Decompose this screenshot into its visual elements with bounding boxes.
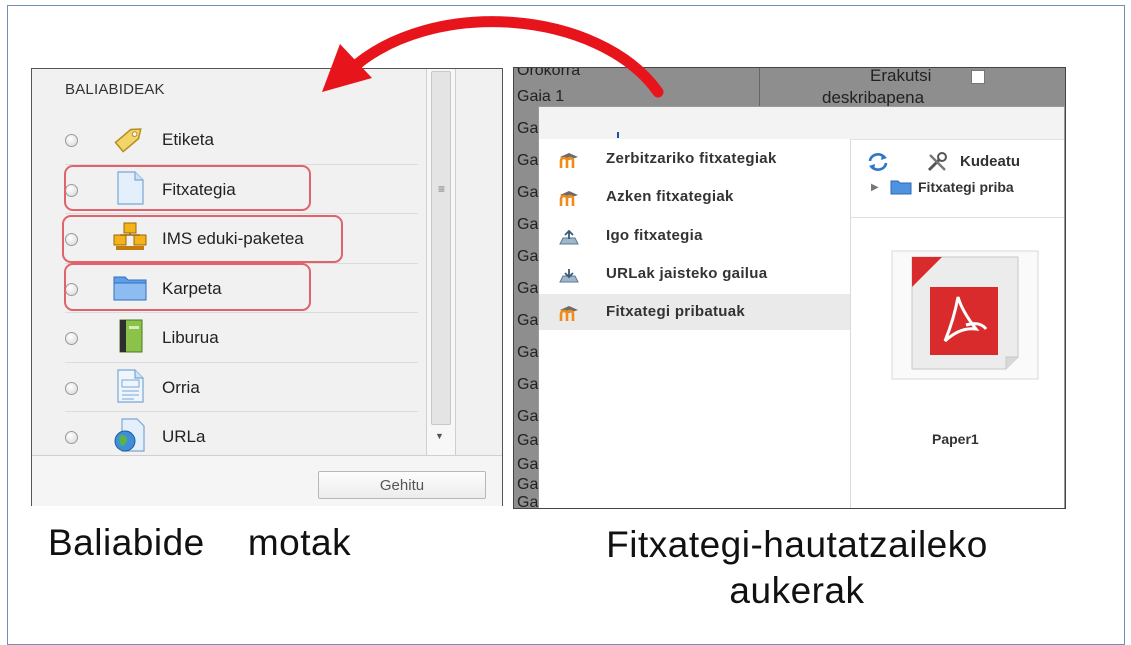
moodle-icon bbox=[559, 306, 578, 321]
curved-arrow-icon bbox=[322, 16, 664, 98]
expand-triangle-icon[interactable]: ▶ bbox=[871, 182, 879, 193]
resource-label: Etiketa bbox=[162, 130, 214, 149]
repo-label: URLak jaisteko gailua bbox=[606, 265, 768, 282]
repo-server-files[interactable]: Zerbitzariko fitxategiak bbox=[539, 141, 850, 177]
course-section-row: Ga bbox=[517, 476, 539, 493]
file-picker-screenshot: Erakutsi deskribapena Orokorra Gaia 1 Ga… bbox=[513, 67, 1066, 509]
manage-button[interactable]: Kudeatu bbox=[960, 153, 1020, 170]
scrollbar-thumb[interactable]: ≡ bbox=[431, 71, 451, 425]
resource-label: Liburua bbox=[162, 328, 219, 347]
course-section-row: Ga bbox=[517, 432, 539, 449]
highlight-outline bbox=[64, 165, 311, 211]
add-button[interactable]: Gehitu bbox=[318, 471, 486, 499]
pdf-file-icon[interactable] bbox=[890, 249, 1040, 381]
resource-item-orria[interactable]: Orria bbox=[32, 363, 428, 412]
repo-url-downloader[interactable]: URLak jaisteko gailua bbox=[539, 256, 850, 292]
file-name[interactable]: Paper1 bbox=[932, 431, 979, 447]
text-cursor bbox=[617, 132, 619, 138]
resource-radio[interactable] bbox=[65, 381, 78, 395]
tag-icon bbox=[114, 128, 142, 153]
show-description-label-2: deskribapena bbox=[822, 88, 925, 107]
course-section-row: Ga bbox=[517, 184, 539, 201]
course-section-row: Ga bbox=[517, 344, 539, 361]
repo-label: Igo fitxategia bbox=[606, 227, 703, 244]
course-section-row: Ga bbox=[517, 280, 539, 297]
book-icon bbox=[119, 319, 143, 353]
resource-type-panel: BALIABIDEAK Etiketa Fitxategia IMS eduki… bbox=[31, 68, 503, 506]
refresh-icon[interactable] bbox=[866, 151, 890, 173]
course-section-row: Ga bbox=[517, 376, 539, 393]
course-section-row: Ga bbox=[517, 216, 539, 233]
repository-list: Zerbitzariko fitxategiak Azken fitxategi… bbox=[539, 139, 851, 508]
course-section-row: Ga bbox=[517, 120, 539, 137]
caption-line: aukerak bbox=[729, 570, 865, 611]
caption-file-picker-options: Fitxategi-hautatzaileko aukerak bbox=[527, 522, 1067, 614]
url-globe-icon bbox=[114, 418, 145, 452]
dialog-header bbox=[539, 107, 1064, 140]
tools-icon[interactable] bbox=[926, 151, 950, 173]
resource-label: Orria bbox=[162, 377, 200, 397]
resource-item-etiketa[interactable]: Etiketa bbox=[32, 115, 428, 165]
course-section-row: Ga bbox=[517, 494, 539, 509]
show-description-checkbox[interactable] bbox=[971, 70, 985, 84]
repo-upload-file[interactable]: Igo fitxategia bbox=[539, 218, 850, 254]
page-icon bbox=[117, 368, 144, 403]
course-section-row: Ga bbox=[517, 408, 539, 425]
course-section-row: Ga bbox=[517, 152, 539, 169]
repo-private-files[interactable]: Fitxategi pribatuak bbox=[539, 294, 850, 330]
course-section-row: Ga bbox=[517, 456, 539, 473]
panel-footer: Gehitu bbox=[32, 455, 502, 506]
file-browser: Kudeatu ▶ Fitxategi priba Paper1 bbox=[850, 139, 1064, 508]
scroll-down-icon[interactable]: ▼ bbox=[435, 431, 444, 441]
scrollbar[interactable]: ≡ ▼ bbox=[426, 69, 456, 455]
moodle-icon bbox=[559, 153, 578, 168]
file-picker-dialog: Zerbitzariko fitxategiak Azken fitxategi… bbox=[538, 106, 1065, 508]
highlight-outline bbox=[62, 215, 343, 263]
grip-icon: ≡ bbox=[438, 182, 446, 196]
moodle-icon bbox=[559, 191, 578, 206]
repo-label: Fitxategi pribatuak bbox=[606, 303, 746, 320]
upload-icon bbox=[559, 229, 579, 245]
show-description-label: Erakutsi bbox=[870, 67, 932, 85]
repo-recent-files[interactable]: Azken fitxategiak bbox=[539, 179, 850, 215]
resource-item-liburua[interactable]: Liburua bbox=[32, 313, 428, 363]
repo-label: Azken fitxategiak bbox=[606, 188, 734, 205]
resource-radio[interactable] bbox=[65, 134, 78, 147]
caption-line: Fitxategi-hautatzaileko bbox=[606, 524, 988, 565]
repo-label: Zerbitzariko fitxategiak bbox=[606, 150, 777, 167]
highlight-outline bbox=[64, 263, 311, 311]
caption-resource-types: Baliabide motak bbox=[48, 522, 352, 563]
resources-heading: BALIABIDEAK bbox=[65, 81, 165, 98]
course-section-row: Ga bbox=[517, 248, 539, 265]
resource-radio[interactable] bbox=[65, 332, 78, 345]
resource-label: URLa bbox=[162, 427, 206, 446]
url-download-icon bbox=[559, 269, 579, 283]
resource-radio[interactable] bbox=[65, 431, 78, 444]
course-section-row: Ga bbox=[517, 312, 539, 329]
folder-icon bbox=[890, 180, 912, 195]
breadcrumb[interactable]: Fitxategi priba bbox=[918, 179, 1014, 195]
